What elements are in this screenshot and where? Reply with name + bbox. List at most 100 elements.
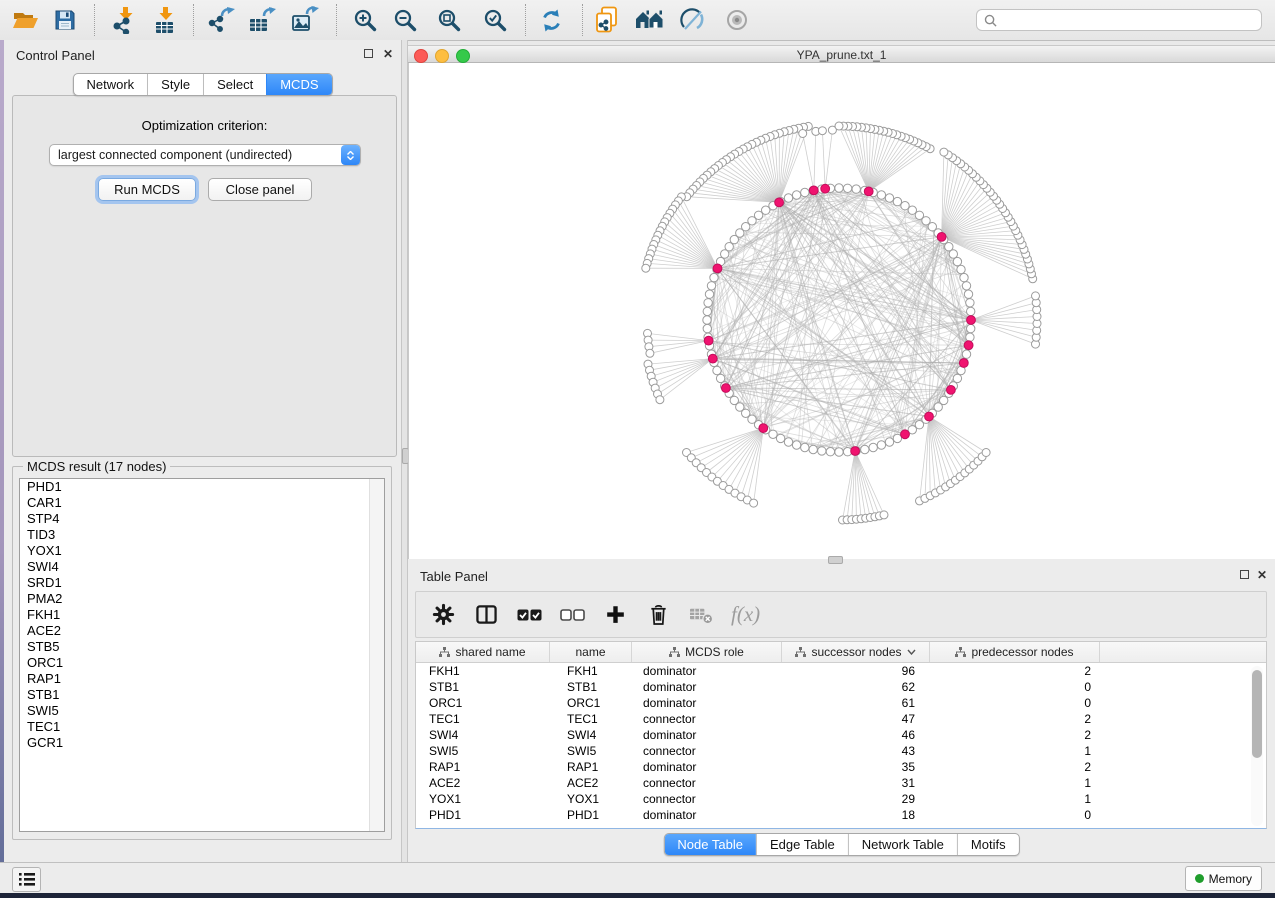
zoom-selected-button[interactable]	[478, 3, 512, 37]
zoom-fit-button[interactable]	[432, 3, 466, 37]
table-cell: FKH1	[416, 664, 550, 678]
list-item[interactable]: PMA2	[20, 591, 384, 607]
mcds-result-list[interactable]: PHD1CAR1STP4TID3YOX1SWI4SRD1PMA2FKH1ACE2…	[19, 478, 385, 832]
criterion-dropdown[interactable]: largest connected component (undirected)	[49, 144, 361, 166]
tab-network[interactable]: Network	[73, 74, 147, 95]
table-row[interactable]: RAP1RAP1dominator352	[416, 759, 1266, 775]
table-row[interactable]: SWI4SWI4dominator462	[416, 727, 1266, 743]
list-item[interactable]: PHD1	[20, 479, 384, 495]
export-table-button[interactable]	[245, 3, 279, 37]
tab-select[interactable]: Select	[203, 74, 266, 95]
table-settings-button[interactable]	[430, 602, 456, 628]
tab-mcds[interactable]: MCDS	[266, 74, 331, 95]
table-cell: 46	[782, 728, 930, 742]
criterion-value: largest connected component (undirected)	[50, 148, 341, 162]
zoom-in-button[interactable]	[348, 3, 382, 37]
table-row[interactable]: FKH1FKH1dominator962	[416, 663, 1266, 679]
list-item[interactable]: YOX1	[20, 543, 384, 559]
apply-layout-button[interactable]	[534, 3, 568, 37]
run-mcds-button[interactable]: Run MCDS	[98, 178, 196, 201]
import-table-button[interactable]	[148, 3, 182, 37]
list-item[interactable]: FKH1	[20, 607, 384, 623]
hide-selected-button[interactable]	[720, 3, 754, 37]
network-graph[interactable]	[409, 63, 1275, 559]
table-row[interactable]: YOX1YOX1connector291	[416, 791, 1266, 807]
table-row[interactable]: PHD1PHD1dominator180	[416, 807, 1266, 823]
delete-column-button[interactable]	[645, 602, 671, 628]
list-scrollbar[interactable]	[369, 479, 384, 831]
column-type-icon	[669, 647, 680, 658]
first-neighbors-button[interactable]	[633, 3, 667, 37]
select-all-columns-button[interactable]	[516, 602, 542, 628]
list-item[interactable]: STB1	[20, 687, 384, 703]
table-body: FKH1FKH1dominator962STB1STB1dominator620…	[416, 663, 1266, 823]
table-row[interactable]: STB1STB1dominator620	[416, 679, 1266, 695]
close-panel-button[interactable]: Close panel	[208, 178, 312, 201]
column-header-name[interactable]: name	[550, 642, 632, 662]
control-panel-tabs: NetworkStyleSelectMCDS	[72, 73, 332, 96]
tab-style[interactable]: Style	[147, 74, 203, 95]
open-file-button[interactable]	[8, 3, 42, 37]
dropdown-stepper-icon	[341, 145, 360, 165]
scrollbar-thumb[interactable]	[1252, 670, 1262, 758]
toolbar-separator	[193, 4, 194, 36]
table-cell: 1	[930, 776, 1100, 790]
float-table-panel-icon[interactable]	[1238, 569, 1250, 581]
list-item[interactable]: CAR1	[20, 495, 384, 511]
table-row[interactable]: TEC1TEC1connector472	[416, 711, 1266, 727]
tab-edge-table[interactable]: Edge Table	[756, 834, 848, 855]
export-network-button[interactable]	[205, 3, 239, 37]
memory-status-icon	[1195, 874, 1204, 883]
horizontal-splitter-grip[interactable]	[828, 556, 843, 564]
tab-node-table[interactable]: Node Table	[664, 834, 756, 855]
tab-network-table[interactable]: Network Table	[848, 834, 957, 855]
table-cell: dominator	[632, 728, 782, 742]
close-table-panel-icon[interactable]: ✕	[1256, 569, 1268, 581]
column-header-predecessor-nodes[interactable]: predecessor nodes	[930, 642, 1100, 662]
vertical-splitter[interactable]	[401, 40, 408, 862]
memory-button[interactable]: Memory	[1185, 866, 1262, 891]
search-input[interactable]	[1002, 12, 1261, 28]
refresh-icon	[539, 8, 564, 33]
list-item[interactable]: ORC1	[20, 655, 384, 671]
list-item[interactable]: TID3	[20, 527, 384, 543]
task-history-button[interactable]	[12, 867, 41, 892]
table-row[interactable]: SWI5SWI5connector431	[416, 743, 1266, 759]
column-header-MCDS-role[interactable]: MCDS role	[632, 642, 782, 662]
zoom-out-button[interactable]	[388, 3, 422, 37]
node-table[interactable]: shared namenameMCDS rolesuccessor nodesp…	[415, 641, 1267, 829]
import-network-icon	[112, 6, 138, 34]
new-network-from-selection-button[interactable]	[590, 3, 624, 37]
list-item[interactable]: SRD1	[20, 575, 384, 591]
list-item[interactable]: STB5	[20, 639, 384, 655]
list-item[interactable]: ACE2	[20, 623, 384, 639]
network-canvas[interactable]	[408, 63, 1275, 559]
list-item[interactable]: TEC1	[20, 719, 384, 735]
create-column-button[interactable]	[602, 602, 628, 628]
list-item[interactable]: GCR1	[20, 735, 384, 751]
table-cell: TEC1	[550, 712, 632, 726]
unselect-all-columns-button[interactable]	[559, 602, 585, 628]
list-item[interactable]: SWI5	[20, 703, 384, 719]
search-field[interactable]	[976, 9, 1262, 31]
show-hide-graphics-button[interactable]	[676, 3, 710, 37]
tab-motifs[interactable]: Motifs	[957, 834, 1019, 855]
network-window-titlebar[interactable]: YPA_prune.txt_1	[408, 45, 1275, 63]
list-item[interactable]: STP4	[20, 511, 384, 527]
table-row[interactable]: ORC1ORC1dominator610	[416, 695, 1266, 711]
close-panel-icon[interactable]: ✕	[382, 48, 394, 60]
show-column-selector-button[interactable]	[473, 602, 499, 628]
column-header-successor-nodes[interactable]: successor nodes	[782, 642, 930, 662]
save-session-button[interactable]	[48, 3, 82, 37]
column-header-shared-name[interactable]: shared name	[416, 642, 550, 662]
plus-icon	[605, 604, 626, 625]
table-scrollbar[interactable]	[1251, 666, 1263, 826]
import-network-button[interactable]	[108, 3, 142, 37]
table-row[interactable]: ACE2ACE2connector311	[416, 775, 1266, 791]
table-cell: 1	[930, 744, 1100, 758]
export-image-button[interactable]	[288, 3, 322, 37]
list-item[interactable]: RAP1	[20, 671, 384, 687]
list-item[interactable]: SWI4	[20, 559, 384, 575]
optimization-criterion-label: Optimization criterion:	[13, 118, 396, 133]
float-panel-icon[interactable]	[362, 48, 374, 60]
